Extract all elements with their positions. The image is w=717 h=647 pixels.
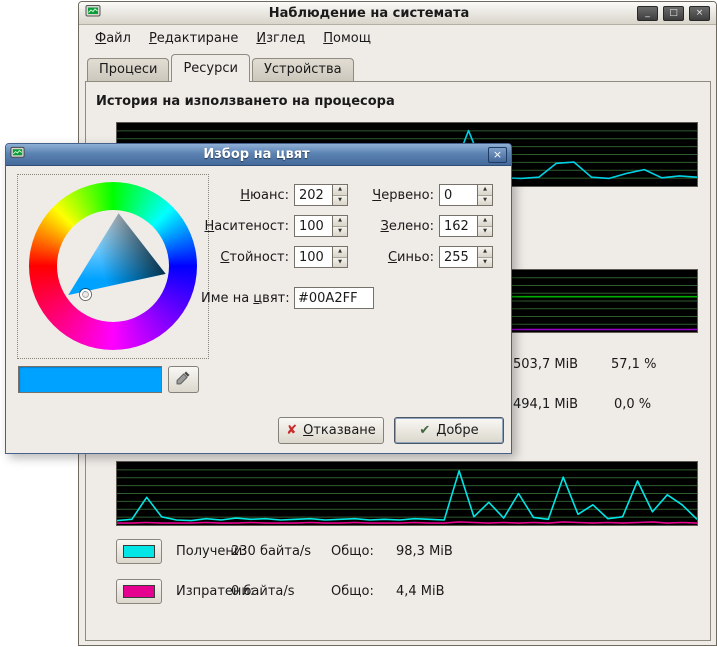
sent-legend-row: Изпратени: 0 байта/s Общо: 4,4 MiB — [116, 579, 691, 605]
sent-rate: 0 байта/s — [231, 584, 295, 599]
spin-up-icon[interactable]: ▲ — [333, 185, 347, 195]
cpu-history-heading: История на използването на процесора — [96, 94, 395, 109]
spin-down-icon[interactable]: ▼ — [333, 257, 347, 268]
value-spinbox[interactable]: 100 ▲▼ — [294, 246, 348, 268]
ok-button[interactable]: ✔ Добре — [394, 417, 504, 444]
spin-up-icon[interactable]: ▲ — [478, 216, 492, 226]
color-wheel-widget — [17, 174, 209, 359]
close-button[interactable]: × — [689, 6, 710, 21]
sent-color-swatch — [123, 585, 155, 598]
swap-percent: 0,0 % — [614, 397, 651, 412]
sent-total: 4,4 MiB — [396, 584, 445, 599]
desktop: Наблюдение на системата _ □ × Файл Редак… — [0, 0, 717, 647]
sent-color-button[interactable] — [116, 579, 162, 604]
menu-file[interactable]: Файл — [86, 26, 140, 53]
received-total: 98,3 MiB — [396, 544, 453, 559]
saturation-spinbox[interactable]: 100 ▲▼ — [294, 215, 348, 237]
minimize-button[interactable]: _ — [637, 6, 658, 21]
color-selector-handle[interactable] — [80, 289, 91, 300]
spin-up-icon[interactable]: ▲ — [333, 216, 347, 226]
memory-used-percent: 57,1 % — [611, 357, 656, 372]
blue-label: Синьо: — [358, 250, 434, 265]
cancel-icon: ✘ — [286, 423, 297, 438]
swap-value: 494,1 MiB — [513, 397, 578, 412]
saturation-label: Наситеност: — [201, 219, 289, 234]
cancel-button-label: Отказване — [303, 423, 376, 438]
color-name-input[interactable] — [294, 287, 374, 309]
hue-spinbox[interactable]: 202 ▲▼ — [294, 184, 348, 206]
color-name-label: Име на цвят: — [201, 291, 289, 306]
color-preview — [18, 366, 162, 393]
spin-up-icon[interactable]: ▲ — [478, 185, 492, 195]
window-title: Наблюдение на системата — [106, 6, 632, 21]
ok-icon: ✔ — [419, 423, 430, 438]
memory-used-value: 503,7 MiB — [513, 357, 578, 372]
sent-total-label: Общо: — [331, 584, 374, 599]
dialog-close-button[interactable]: × — [488, 147, 507, 163]
menubar: Файл Редактиране Изглед Помощ — [79, 26, 716, 53]
eyedropper-button[interactable] — [168, 366, 199, 393]
green-spinbox[interactable]: 162 ▲▼ — [439, 215, 493, 237]
spin-up-icon[interactable]: ▲ — [333, 247, 347, 257]
spin-down-icon[interactable]: ▼ — [333, 195, 347, 206]
received-rate: 230 байта/s — [231, 544, 311, 559]
main-titlebar[interactable]: Наблюдение на системата _ □ × — [79, 2, 716, 25]
tab-resources[interactable]: Ресурси — [171, 54, 250, 82]
cancel-button[interactable]: ✘ Отказване — [278, 417, 384, 444]
app-icon — [85, 3, 101, 23]
menu-help[interactable]: Помощ — [314, 26, 380, 53]
hue-label: Нюанс: — [201, 188, 289, 203]
spin-up-icon[interactable]: ▲ — [478, 247, 492, 257]
ok-button-label: Добре — [436, 423, 478, 438]
tab-processes[interactable]: Процеси — [87, 58, 169, 81]
dialog-app-icon — [10, 145, 25, 164]
eyedropper-icon — [176, 370, 191, 389]
spin-down-icon[interactable]: ▼ — [478, 195, 492, 206]
spin-down-icon[interactable]: ▼ — [478, 226, 492, 237]
tab-devices[interactable]: Устройства — [252, 58, 354, 81]
spin-down-icon[interactable]: ▼ — [478, 257, 492, 268]
color-picker-dialog: Избор на цвят × Нюанс: 202 ▲▼ Наситеност… — [5, 143, 512, 454]
menu-edit[interactable]: Редактиране — [140, 26, 247, 53]
blue-spinbox[interactable]: 255 ▲▼ — [439, 246, 493, 268]
green-label: Зелено: — [358, 219, 434, 234]
notebook-tabs: Процеси Ресурси Устройства — [87, 54, 356, 82]
dialog-title: Избор на цвят — [29, 147, 484, 162]
red-spinbox[interactable]: 0 ▲▼ — [439, 184, 493, 206]
value-label: Стойност: — [201, 250, 289, 265]
received-color-swatch — [123, 545, 155, 558]
received-legend-row: Получени: 230 байта/s Общо: 98,3 MiB — [116, 539, 691, 565]
maximize-button[interactable]: □ — [663, 6, 684, 21]
red-label: Червено: — [358, 188, 434, 203]
network-history-chart — [116, 461, 698, 526]
spin-down-icon[interactable]: ▼ — [333, 226, 347, 237]
menu-view[interactable]: Изглед — [247, 26, 314, 53]
received-total-label: Общо: — [331, 544, 374, 559]
dialog-titlebar[interactable]: Избор на цвят × — [6, 144, 511, 166]
received-color-button[interactable] — [116, 539, 162, 564]
